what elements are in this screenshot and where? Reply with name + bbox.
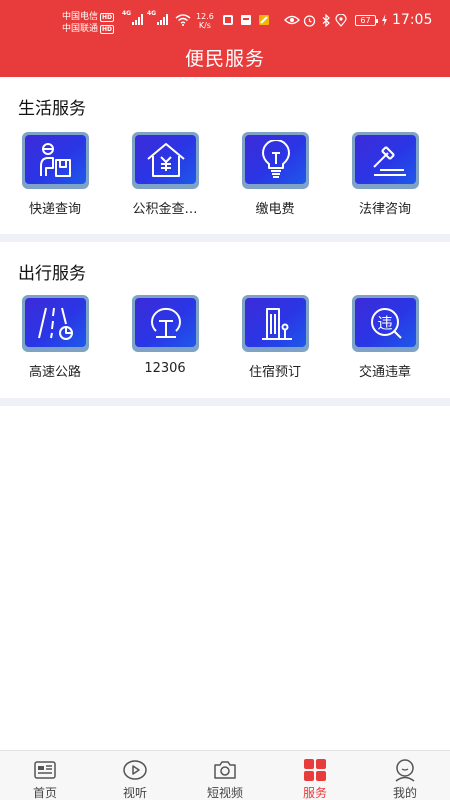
travel-services-grid: 高速公路 12306 住宿预订 违 交通违章 xyxy=(0,295,450,385)
app-notification-icon-2 xyxy=(240,14,252,29)
railway-item[interactable]: 12306 xyxy=(110,295,220,385)
lightbulb-icon xyxy=(261,139,290,178)
tab-profile-label: 我的 xyxy=(392,786,417,800)
electricity-bill-item[interactable]: 缴电费 xyxy=(220,132,330,222)
section-divider-1 xyxy=(0,234,450,242)
play-icon xyxy=(123,760,147,780)
electricity-bill-tile[interactable] xyxy=(242,132,309,189)
tab-home-label: 首页 xyxy=(32,786,57,800)
legal-consult-label: 法律咨询 xyxy=(358,202,411,217)
bottom-tab-bar: 首页 视听 短视频 服务 我的 xyxy=(0,750,450,800)
travel-services-title: 出行服务 xyxy=(18,264,86,284)
section-divider-2 xyxy=(0,398,450,406)
app-notification-icon-1 xyxy=(222,14,234,29)
eye-icon xyxy=(284,14,300,29)
bluetooth-icon xyxy=(321,13,331,30)
railway-icon xyxy=(150,307,181,338)
network-speed-unit: K/s xyxy=(198,21,211,30)
tab-services-label: 服务 xyxy=(302,786,327,800)
grid-icon xyxy=(304,759,326,781)
highway-icon xyxy=(37,307,73,340)
tab-audio-video-label: 视听 xyxy=(122,786,147,800)
housing-fund-label: 公积金查… xyxy=(132,202,198,217)
railway-label: 12306 xyxy=(144,361,186,376)
hotel-booking-label: 住宿预订 xyxy=(248,365,301,380)
traffic-violation-icon: 违 xyxy=(370,307,402,339)
gavel-icon xyxy=(372,145,406,176)
highway-label: 高速公路 xyxy=(28,365,81,380)
tab-short-video-label: 短视频 xyxy=(206,786,243,800)
electricity-bill-label: 缴电费 xyxy=(255,202,295,217)
network-gen-1: 4G xyxy=(122,10,132,17)
tab-services[interactable]: 服务 xyxy=(270,751,360,800)
clock: 17:05 xyxy=(392,12,433,28)
tab-profile[interactable]: 我的 xyxy=(360,751,450,800)
traffic-violation-tile[interactable]: 违 xyxy=(352,295,419,352)
home-icon xyxy=(34,761,56,779)
traffic-violation-label: 交通违章 xyxy=(358,365,411,380)
tab-short-video[interactable]: 短视频 xyxy=(180,751,270,800)
camera-icon xyxy=(214,761,236,779)
alarm-icon xyxy=(303,14,316,30)
life-services-section: 生活服务 快递查询 公积金查… 缴电费 法律咨询 xyxy=(0,77,450,234)
traffic-violation-item[interactable]: 违 交通违章 xyxy=(330,295,440,385)
tab-audio-video[interactable]: 视听 xyxy=(90,751,180,800)
highway-item[interactable]: 高速公路 xyxy=(0,295,110,385)
tab-home[interactable]: 首页 xyxy=(0,751,90,800)
app-notification-icon-3 xyxy=(258,14,270,29)
signal-strength-icon-2: 4G xyxy=(147,10,172,26)
housing-fund-tile[interactable] xyxy=(132,132,199,189)
housing-fund-icon xyxy=(146,142,185,177)
svg-text:违: 违 xyxy=(377,314,392,332)
hotel-icon xyxy=(261,307,292,340)
housing-fund-item[interactable]: 公积金查… xyxy=(110,132,220,222)
courier-query-item[interactable]: 快递查询 xyxy=(0,132,110,222)
status-bar: 中国电信 HD 中国联通 HD 4G 4G 12.6 K/s 67 17:05 xyxy=(0,0,450,40)
railway-tile[interactable] xyxy=(132,295,199,352)
app-header: 中国电信 HD 中国联通 HD 4G 4G 12.6 K/s 67 17:05 … xyxy=(0,0,450,77)
carrier-info: 中国电信 HD 中国联通 HD xyxy=(62,11,115,35)
life-services-grid: 快递查询 公积金查… 缴电费 法律咨询 xyxy=(0,132,450,222)
legal-consult-item[interactable]: 法律咨询 xyxy=(330,132,440,222)
carrier-name-1: 中国电信 xyxy=(62,12,99,22)
signal-strength-icon-1: 4G xyxy=(122,10,145,26)
courier-query-label: 快递查询 xyxy=(28,202,81,217)
network-gen-2: 4G xyxy=(147,10,157,17)
hd-badge-1: HD xyxy=(100,12,115,22)
network-speed: 12.6 K/s xyxy=(196,12,214,30)
hotel-booking-tile[interactable] xyxy=(242,295,309,352)
highway-tile[interactable] xyxy=(22,295,89,352)
wifi-icon xyxy=(175,14,191,29)
hd-badge-2: HD xyxy=(100,24,115,34)
location-icon xyxy=(335,13,347,30)
charging-icon xyxy=(381,14,388,29)
carrier-name-2: 中国联通 xyxy=(62,24,99,34)
life-services-title: 生活服务 xyxy=(18,99,86,119)
courier-tile[interactable] xyxy=(22,132,89,189)
battery-level: 67 xyxy=(360,16,371,25)
legal-consult-tile[interactable] xyxy=(352,132,419,189)
hotel-booking-item[interactable]: 住宿预订 xyxy=(220,295,330,385)
profile-icon xyxy=(395,759,415,782)
battery-indicator: 67 xyxy=(355,15,378,26)
network-speed-value: 12.6 xyxy=(196,12,214,21)
courier-icon xyxy=(39,142,71,177)
page-title: 便民服务 xyxy=(184,48,265,70)
travel-services-section: 出行服务 高速公路 12306 住宿预订 违 交通违章 xyxy=(0,242,450,398)
